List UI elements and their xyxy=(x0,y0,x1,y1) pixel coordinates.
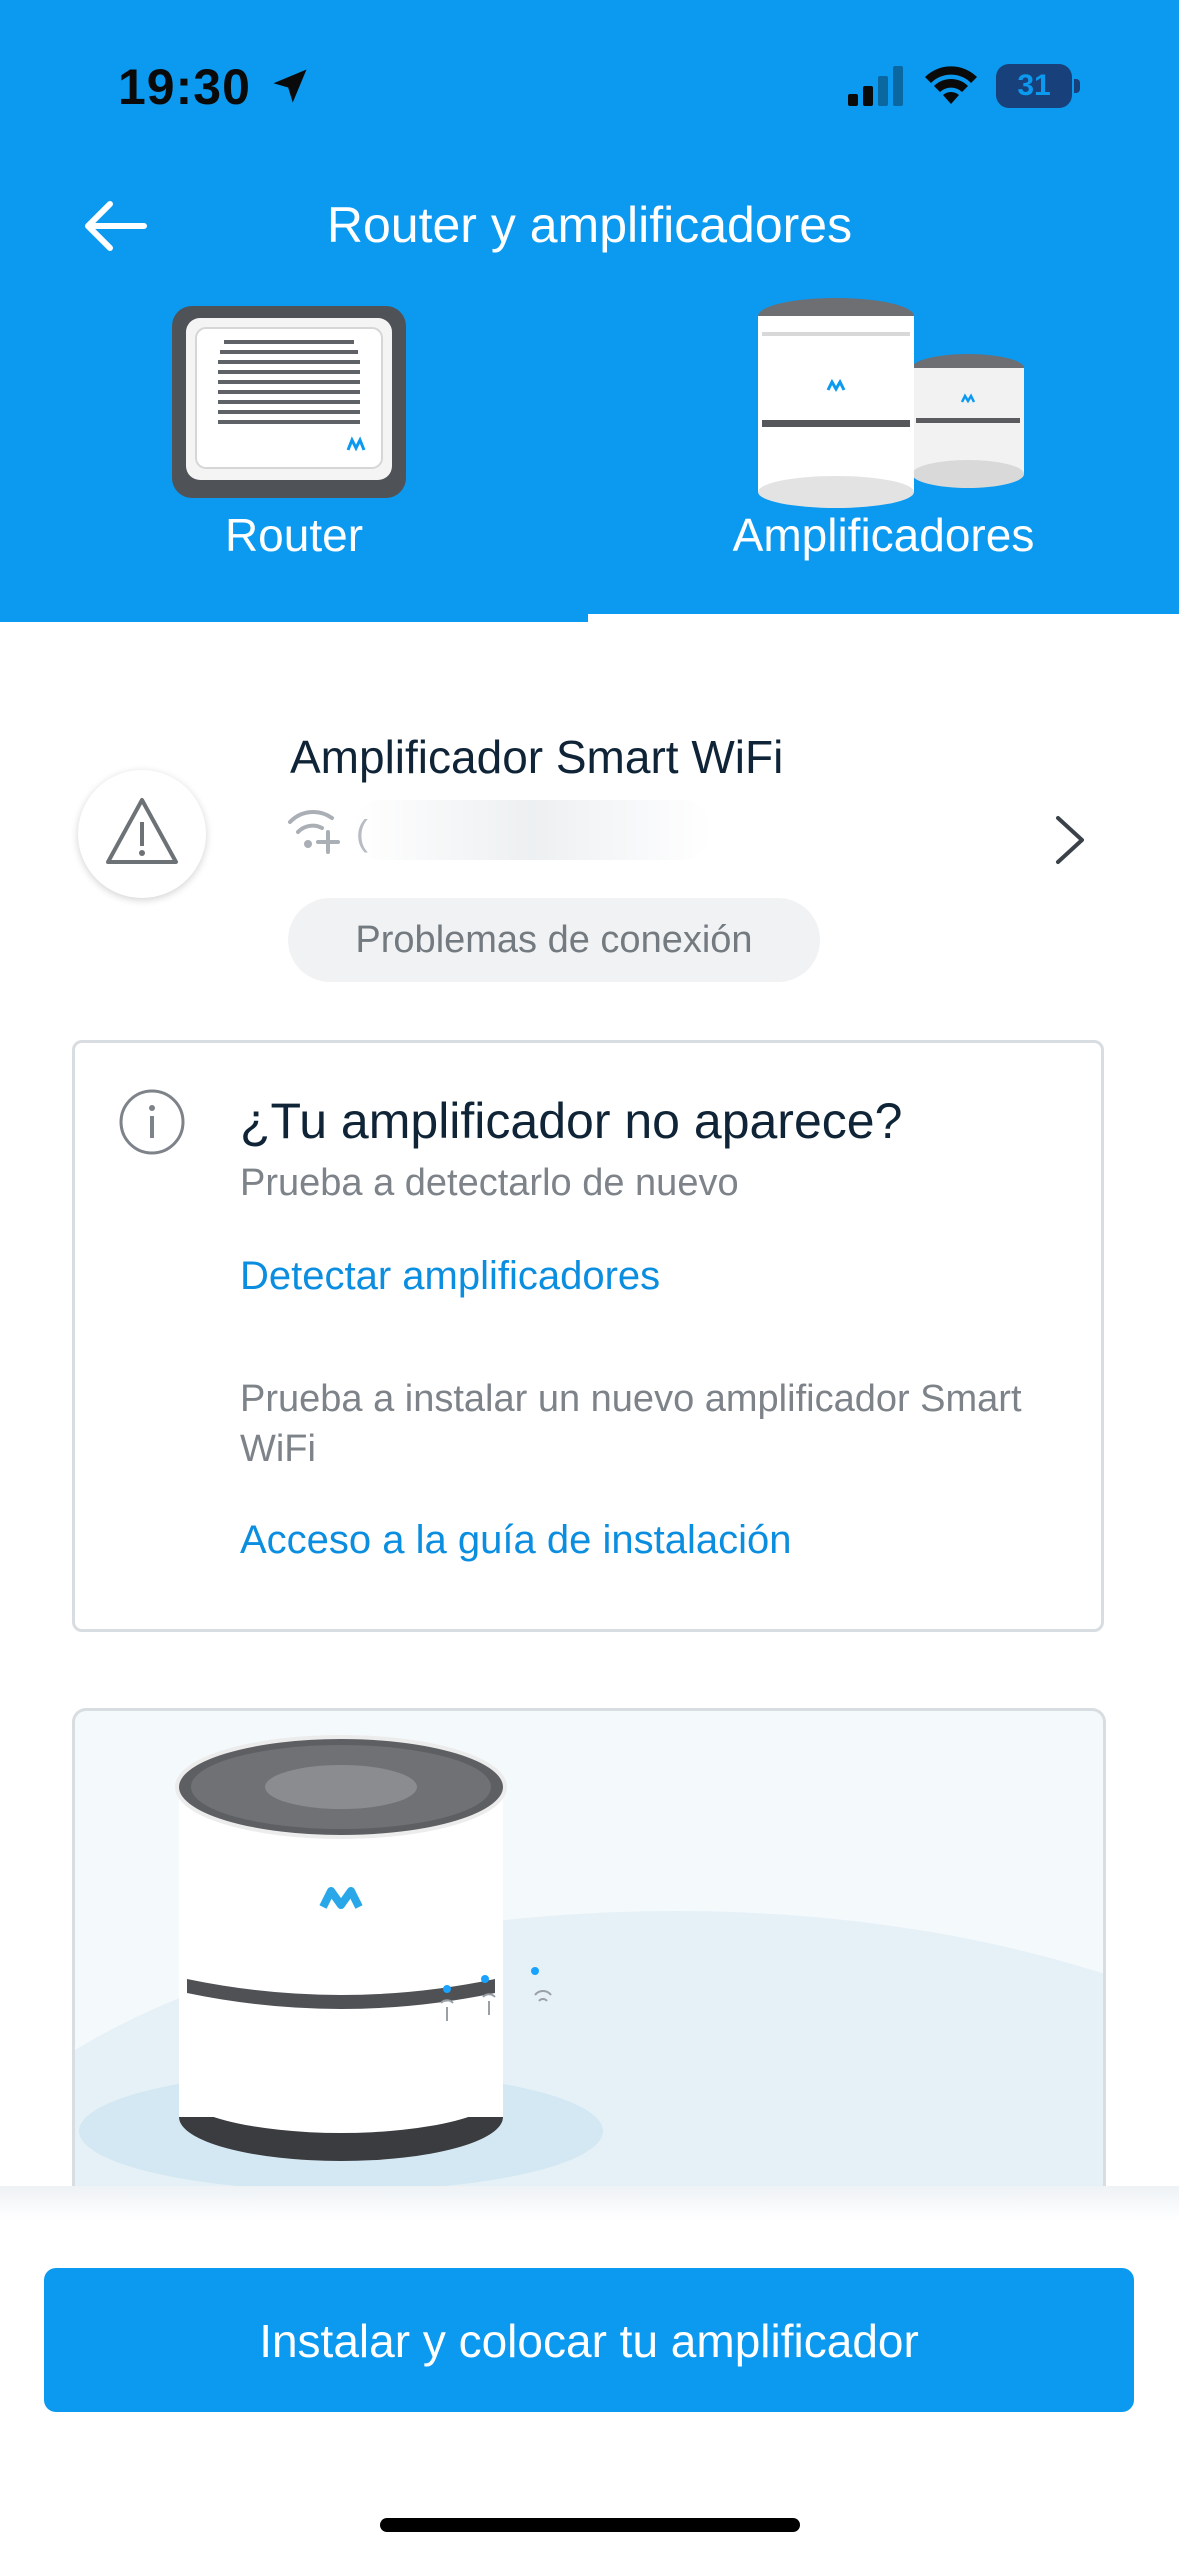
location-arrow-icon xyxy=(273,69,307,103)
battery-level: 31 xyxy=(1017,69,1051,102)
app-header: 19:30 31 Router y amplificadores Router … xyxy=(0,0,1179,622)
signal-icon xyxy=(848,66,903,106)
device-status-avatar xyxy=(78,770,206,898)
detect-amplifiers-link[interactable]: Detectar amplificadores xyxy=(240,1254,660,1299)
install-new-text: Prueba a instalar un nuevo amplificador … xyxy=(240,1378,1022,1470)
status-time: 19:30 xyxy=(118,59,251,115)
tab-amplificadores-label: Amplificadores xyxy=(732,509,1035,561)
page-title: Router y amplificadores xyxy=(326,197,853,253)
bottom-bar-shadow xyxy=(0,2186,1179,2220)
warning-icon xyxy=(106,798,178,864)
installation-guide-link[interactable]: Acceso a la guía de instalación xyxy=(240,1518,791,1563)
tab-router-label: Router xyxy=(224,509,364,561)
active-tab-indicator xyxy=(588,614,1179,622)
info-card-title: ¿Tu amplificador no aparece? xyxy=(240,1093,903,1149)
chevron-right-icon[interactable] xyxy=(1050,812,1090,868)
amplifier-promo-card[interactable] xyxy=(72,1708,1106,2188)
info-card-subtitle: Prueba a detectarlo de nuevo xyxy=(240,1162,739,1204)
router-image xyxy=(172,306,406,498)
info-icon xyxy=(119,1089,185,1155)
status-badge: Problemas de conexión xyxy=(288,898,820,982)
amplifier-image xyxy=(75,1735,1103,2188)
home-indicator xyxy=(380,2518,800,2532)
battery-icon: 31 xyxy=(996,64,1082,110)
tab-amplificadores[interactable]: Amplificadores xyxy=(588,296,1179,622)
wifi-icon xyxy=(925,66,977,104)
wifi-plus-icon xyxy=(288,809,340,854)
network-name: ( xyxy=(356,812,368,853)
install-amplifier-button[interactable]: Instalar y colocar tu amplificador xyxy=(44,2268,1134,2412)
network-name-blurred xyxy=(352,800,712,860)
device-name: Amplificador Smart WiFi xyxy=(290,731,784,783)
tab-router[interactable]: Router xyxy=(0,296,588,622)
amplifiers-image xyxy=(758,298,1024,508)
